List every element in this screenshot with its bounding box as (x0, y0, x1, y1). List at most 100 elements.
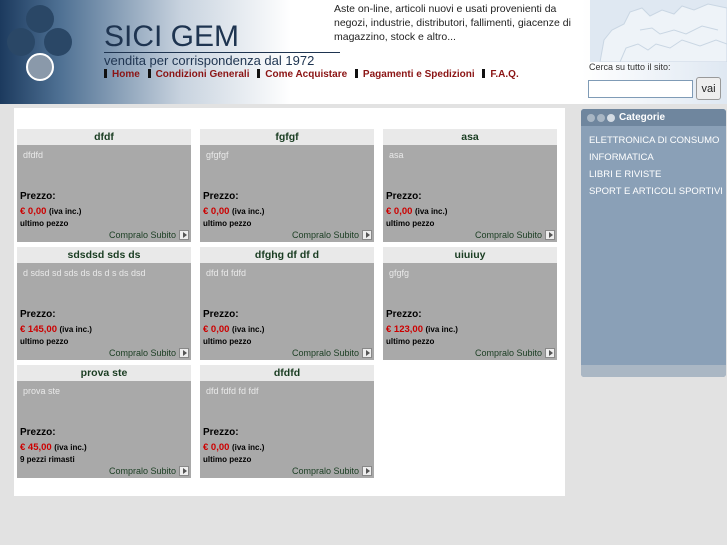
price-label: Prezzo: (20, 191, 56, 202)
price-label: Prezzo: (386, 309, 422, 320)
product-title[interactable]: prova ste (17, 365, 191, 381)
iva-note: (iva inc.) (59, 325, 92, 334)
product-description: asa (389, 150, 404, 160)
stock-status: ultimo pezzo (203, 219, 252, 228)
product-grid: dfdf dfdfd Prezzo: € 0,00 (iva inc.) ultimo … (14, 108, 565, 496)
price-value: € 0,00 (20, 206, 47, 217)
arrow-right-icon (179, 230, 189, 240)
buy-now-button[interactable]: Compralo Subito (475, 348, 555, 358)
product-title[interactable]: dfdf (17, 129, 191, 145)
arrow-right-icon (362, 466, 372, 476)
stock-status: ultimo pezzo (203, 455, 252, 464)
nav-link-home[interactable]: Home (112, 69, 140, 80)
category-link-elettronica[interactable]: ELETTRONICA DI CONSUMO (589, 132, 726, 149)
categories-footer (581, 365, 726, 377)
nav-link-come-acquistare[interactable]: Come Acquistare (265, 69, 347, 80)
nav-separator (354, 69, 358, 78)
intro-text: Aste on-line, articoli nuovi e usati pro… (334, 3, 571, 43)
product-description: gfgfgf (206, 150, 229, 160)
product-card[interactable]: prova ste prova ste Prezzo: € 45,00 (iva in… (17, 365, 191, 478)
product-price: € 123,00 (iva inc.) (386, 324, 458, 335)
product-card[interactable]: dfdf dfdfd Prezzo: € 0,00 (iva inc.) ultimo … (17, 129, 191, 242)
buy-now-button[interactable]: Compralo Subito (109, 348, 189, 358)
product-title[interactable]: asa (383, 129, 557, 145)
buy-now-button[interactable]: Compralo Subito (109, 466, 189, 476)
product-description: d sdsd sd sds ds ds d s ds dsd (23, 268, 146, 278)
product-card[interactable]: dfdfd dfd fdfd fd fdf Prezzo: € 0,00 (iva i… (200, 365, 374, 478)
product-title[interactable]: dfghg df df d (200, 247, 374, 263)
arrow-right-icon (179, 348, 189, 358)
price-value: € 145,00 (20, 324, 57, 335)
nav-link-pagamenti[interactable]: Pagamenti e Spedizioni (363, 69, 475, 80)
buy-now-label: Compralo Subito (108, 348, 176, 358)
stock-status: ultimo pezzo (386, 337, 435, 346)
dot-icon (607, 113, 615, 122)
stock-status: ultimo pezzo (386, 219, 435, 228)
stock-status: ultimo pezzo (203, 337, 252, 346)
buy-now-label: Compralo Subito (291, 466, 359, 476)
europe-map-icon (590, 0, 727, 62)
product-title[interactable]: uiuiuy (383, 247, 557, 263)
product-description: prova ste (23, 386, 61, 396)
iva-note: (iva inc.) (48, 207, 82, 216)
product-title[interactable]: sdsdsd sds ds (17, 247, 191, 263)
arrow-right-icon (545, 230, 555, 240)
product-price: € 0,00 (iva inc.) (203, 324, 264, 335)
product-price: € 45,00 (iva inc.) (20, 442, 87, 453)
product-card[interactable]: fgfgf gfgfgf Prezzo: € 0,00 (iva inc.) ultim… (200, 129, 374, 242)
iva-note: (iva inc.) (231, 325, 265, 334)
product-description: dfdfd (23, 150, 44, 160)
product-price: € 0,00 (iva inc.) (20, 206, 81, 217)
buy-now-button[interactable]: Compralo Subito (109, 230, 189, 240)
category-list: ELETTRONICA DI CONSUMO INFORMATICA LIBRI… (581, 126, 726, 200)
price-label: Prezzo: (203, 191, 239, 202)
header: SICI GEM vendita per corrispondenza dal … (0, 0, 727, 104)
product-description: gfgfg (389, 268, 410, 278)
search-label: Cerca su tutto il sito: (589, 62, 671, 72)
nav-link-condizioni[interactable]: Condizioni Generali (156, 69, 250, 80)
price-value: € 0,00 (203, 442, 230, 453)
price-value: € 45,00 (20, 442, 52, 453)
search-input[interactable] (588, 80, 693, 98)
iva-note: (iva inc.) (231, 443, 265, 452)
buy-now-button[interactable]: Compralo Subito (475, 230, 555, 240)
main-nav: Home Condizioni Generali Come Acquistare… (104, 69, 524, 80)
product-card[interactable]: dfghg df df d dfd fd fdfd Prezzo: € 0,00 (i… (200, 247, 374, 360)
buy-now-button[interactable]: Compralo Subito (292, 230, 372, 240)
search-button[interactable]: vai (696, 77, 721, 100)
price-label: Prezzo: (203, 309, 239, 320)
nav-link-faq[interactable]: F.A.Q. (490, 69, 518, 80)
iva-note: (iva inc.) (54, 443, 87, 452)
brand-tagline: vendita per corrispondenza dal 1972 (104, 53, 315, 68)
nav-separator (482, 69, 486, 78)
product-price: € 145,00 (iva inc.) (20, 324, 92, 335)
nav-separator (147, 69, 151, 78)
logo-icon[interactable] (4, 4, 78, 82)
buy-now-label: Compralo Subito (108, 466, 176, 476)
category-link-libri[interactable]: LIBRI E RIVISTE (589, 166, 726, 183)
arrow-right-icon (362, 230, 372, 240)
product-price: € 0,00 (iva inc.) (203, 442, 264, 453)
stock-status: 9 pezzi rimasti (20, 455, 75, 464)
buy-now-button[interactable]: Compralo Subito (292, 348, 372, 358)
product-title[interactable]: fgfgf (200, 129, 374, 145)
buy-now-button[interactable]: Compralo Subito (292, 466, 372, 476)
product-card[interactable]: uiuiuy gfgfg Prezzo: € 123,00 (iva inc.) ult… (383, 247, 557, 360)
price-label: Prezzo: (386, 191, 422, 202)
nav-separator (104, 69, 107, 78)
product-card[interactable]: sdsdsd sds ds d sdsd sd sds ds ds d s ds … (17, 247, 191, 360)
buy-now-label: Compralo Subito (474, 230, 542, 240)
dot-icon (587, 113, 595, 122)
category-link-informatica[interactable]: INFORMATICA (589, 149, 726, 166)
brand-name: SICI GEM (104, 20, 240, 53)
product-title[interactable]: dfdfd (200, 365, 374, 381)
price-label: Prezzo: (20, 427, 56, 438)
product-price: € 0,00 (iva inc.) (386, 206, 447, 217)
product-card[interactable]: asa asa Prezzo: € 0,00 (iva inc.) ultimo pez… (383, 129, 557, 242)
buy-now-label: Compralo Subito (291, 230, 359, 240)
category-link-sport[interactable]: SPORT E ARTICOLI SPORTIVI (589, 183, 726, 200)
iva-note: (iva inc.) (414, 207, 448, 216)
price-label: Prezzo: (203, 427, 239, 438)
arrow-right-icon (179, 466, 189, 476)
price-value: € 123,00 (386, 324, 423, 335)
